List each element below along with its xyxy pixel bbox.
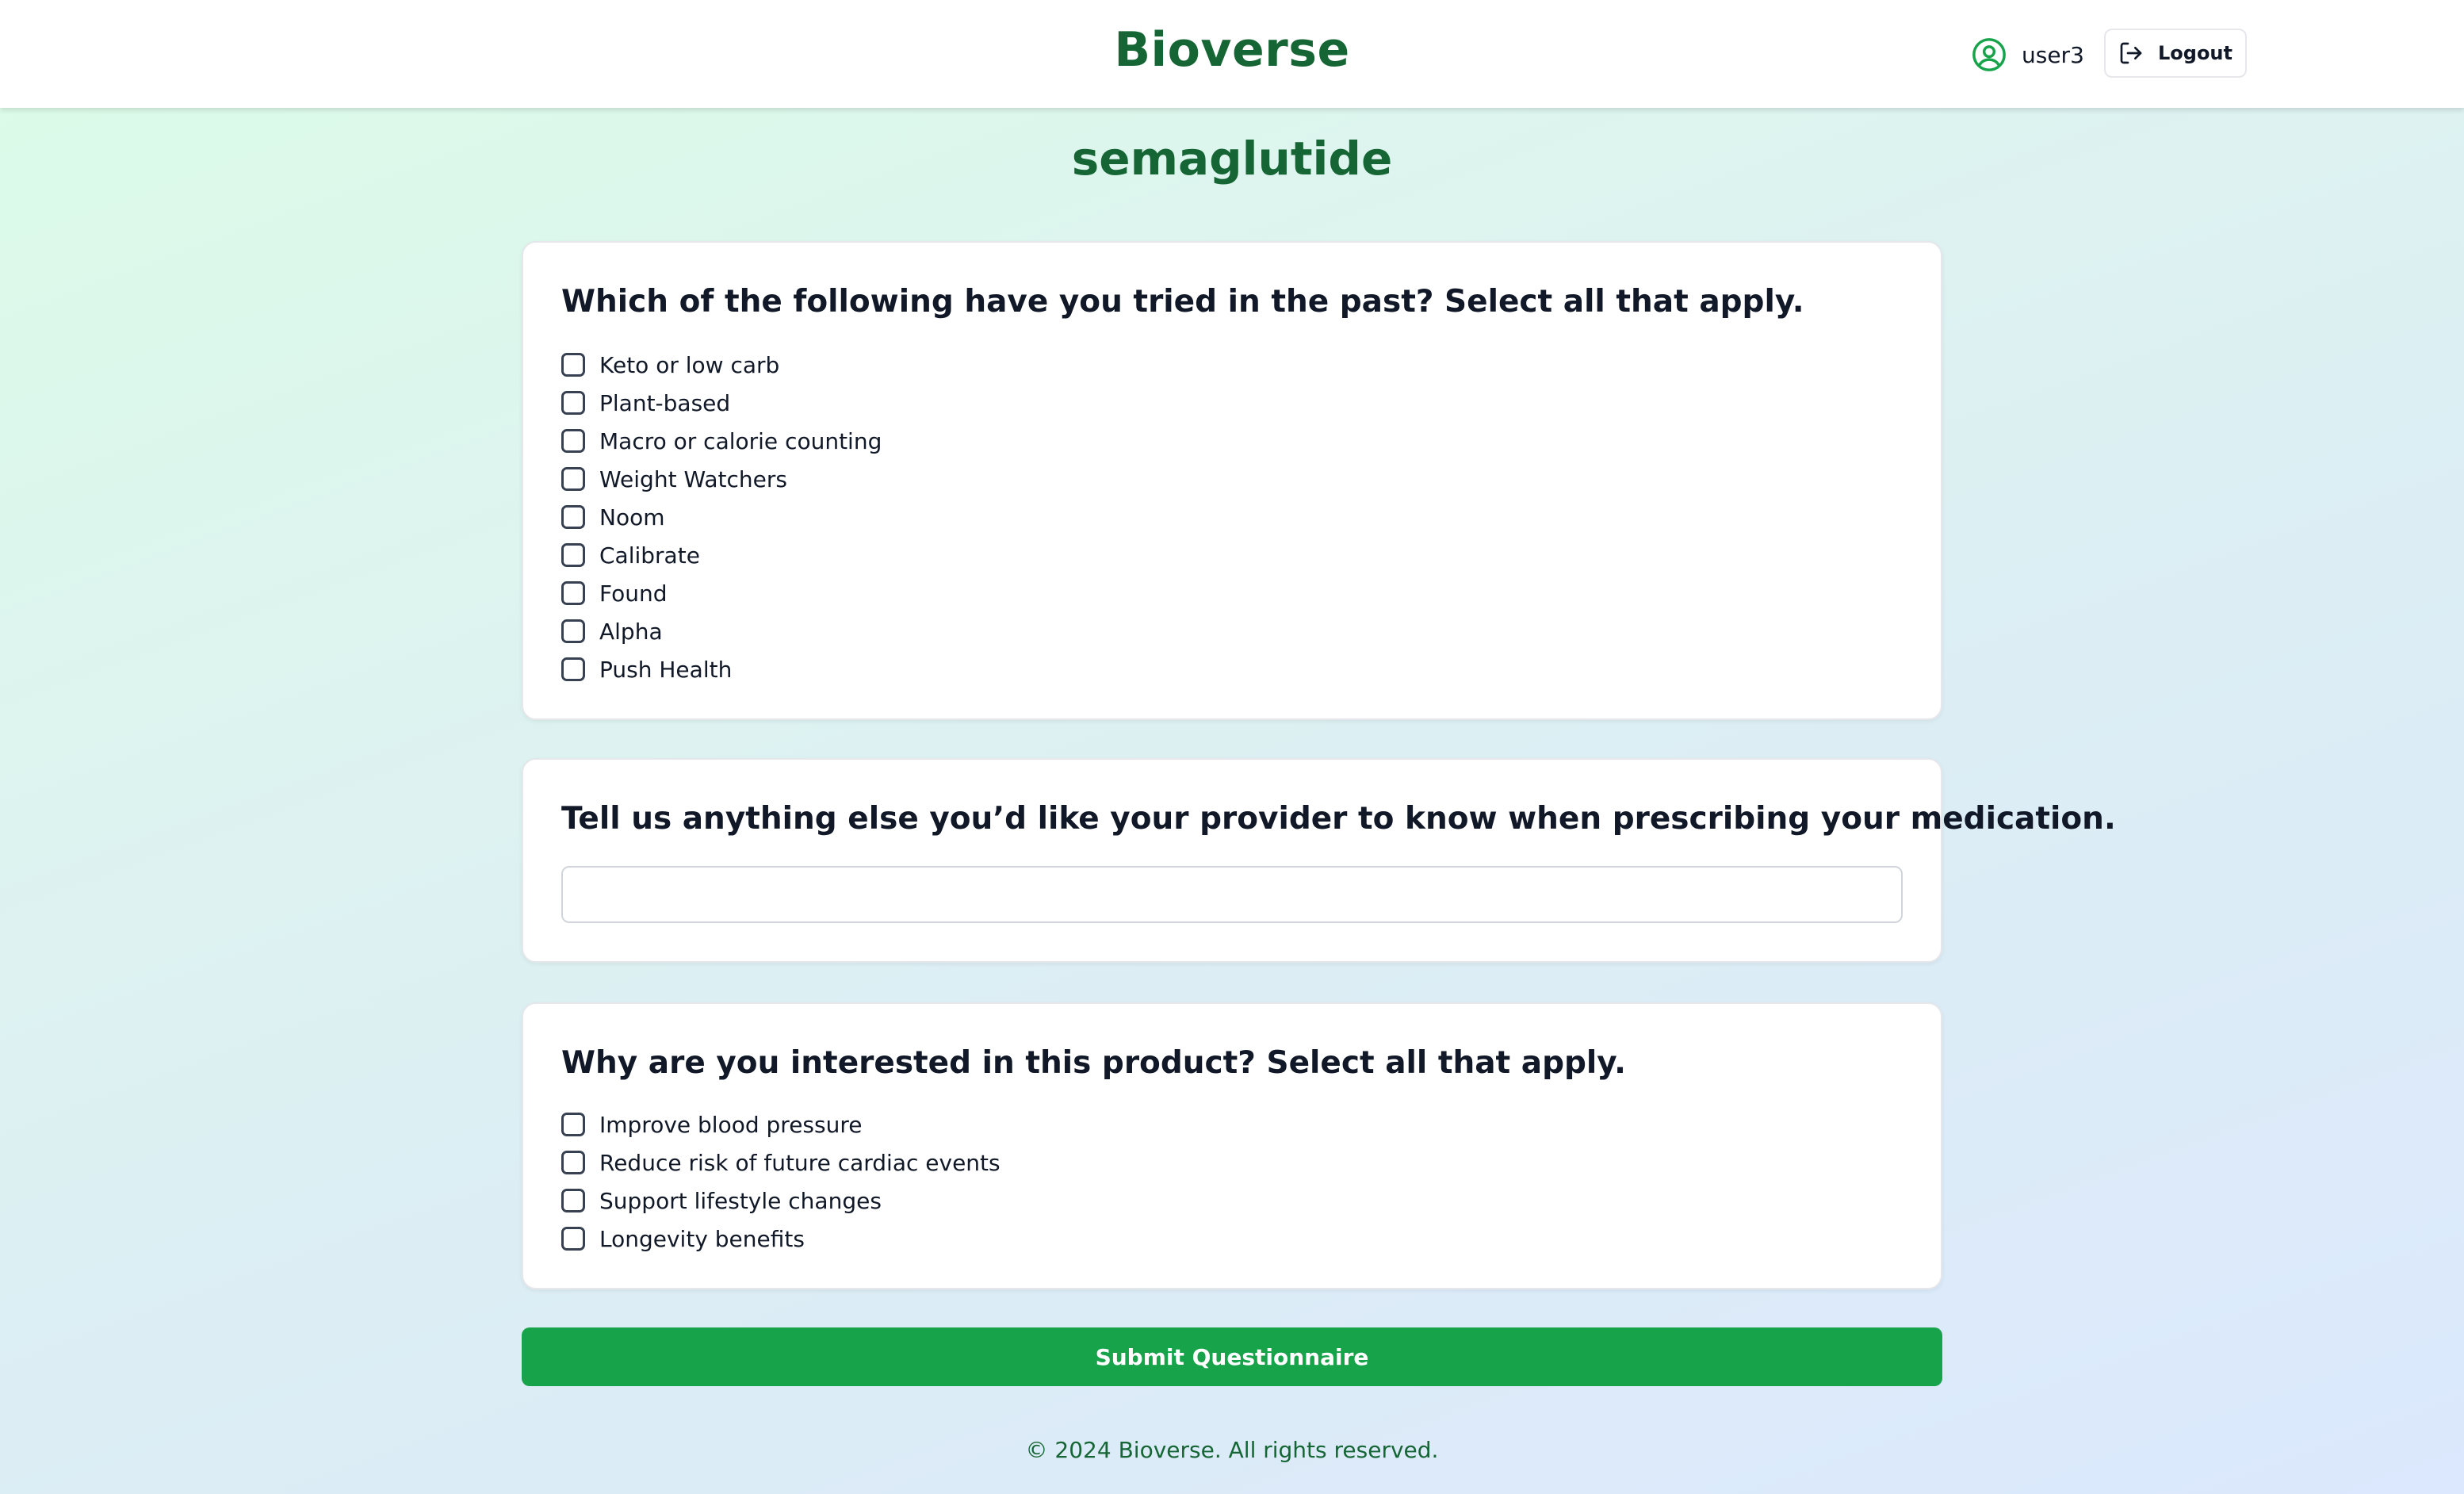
provider-notes-input[interactable]	[561, 866, 1903, 923]
footer-copyright: © 2024 Bioverse. All rights reserved.	[1025, 1437, 1439, 1463]
option-label: Push Health	[599, 656, 733, 683]
checkbox[interactable]	[561, 657, 585, 681]
question-card-interest-reasons: Why are you interested in this product? …	[522, 1002, 1942, 1289]
checkbox[interactable]	[561, 1227, 585, 1251]
question-card-provider-notes: Tell us anything else you’d like your pr…	[522, 758, 2116, 963]
submit-questionnaire-button[interactable]: Submit Questionnaire	[522, 1327, 1942, 1386]
option-calibrate[interactable]: Calibrate	[561, 536, 882, 574]
option-label: Calibrate	[599, 542, 700, 569]
option-blood-pressure[interactable]: Improve blood pressure	[561, 1105, 1001, 1143]
option-noom[interactable]: Noom	[561, 498, 882, 536]
user-circle-icon	[1972, 38, 2006, 71]
option-alpha[interactable]: Alpha	[561, 612, 882, 650]
option-label: Reduce risk of future cardiac events	[599, 1149, 1001, 1176]
question-title: Which of the following have you tried in…	[561, 284, 1804, 320]
checkbox[interactable]	[561, 1113, 585, 1136]
option-push-health[interactable]: Push Health	[561, 650, 882, 688]
checkbox[interactable]	[561, 505, 585, 529]
user-menu[interactable]: user3	[1971, 35, 2084, 75]
option-label: Plant-based	[599, 389, 731, 416]
option-label: Noom	[599, 504, 665, 531]
option-label: Support lifestyle changes	[599, 1187, 882, 1214]
checkbox[interactable]	[561, 581, 585, 605]
option-plant-based[interactable]: Plant-based	[561, 384, 882, 422]
logout-label: Logout	[2157, 42, 2233, 64]
checkbox[interactable]	[561, 1151, 585, 1174]
option-lifestyle[interactable]: Support lifestyle changes	[561, 1182, 1001, 1220]
top-bar: Bioverse user3 Logout	[0, 0, 2464, 108]
option-label: Macro or calorie counting	[599, 427, 882, 454]
brand-logo[interactable]: Bioverse	[0, 22, 2464, 78]
checkbox[interactable]	[561, 543, 585, 567]
option-label: Keto or low carb	[599, 351, 780, 378]
question-title: Tell us anything else you’d like your pr…	[561, 801, 2116, 837]
option-found[interactable]: Found	[561, 574, 882, 612]
checkbox[interactable]	[561, 391, 585, 415]
options-list: Keto or low carb Plant-based Macro or ca…	[561, 346, 882, 688]
checkbox[interactable]	[561, 429, 585, 453]
options-list: Improve blood pressure Reduce risk of fu…	[561, 1105, 1001, 1258]
question-title: Why are you interested in this product? …	[561, 1045, 1626, 1081]
question-card-past-programs: Which of the following have you tried in…	[522, 241, 1942, 720]
option-longevity[interactable]: Longevity benefits	[561, 1220, 1001, 1258]
option-label: Found	[599, 580, 668, 607]
option-weight-watchers[interactable]: Weight Watchers	[561, 460, 882, 498]
logout-button[interactable]: Logout	[2104, 29, 2247, 78]
checkbox[interactable]	[561, 353, 585, 377]
checkbox[interactable]	[561, 619, 585, 643]
option-label: Improve blood pressure	[599, 1111, 863, 1138]
option-cardiac-risk[interactable]: Reduce risk of future cardiac events	[561, 1143, 1001, 1182]
option-label: Alpha	[599, 618, 663, 645]
page-title: semaglutide	[1071, 132, 1393, 186]
option-label: Longevity benefits	[599, 1225, 805, 1252]
option-keto[interactable]: Keto or low carb	[561, 346, 882, 384]
option-macro-counting[interactable]: Macro or calorie counting	[561, 422, 882, 460]
checkbox[interactable]	[561, 467, 585, 491]
username: user3	[2022, 41, 2084, 68]
logout-icon	[2120, 42, 2142, 64]
option-label: Weight Watchers	[599, 465, 787, 492]
checkbox[interactable]	[561, 1189, 585, 1212]
